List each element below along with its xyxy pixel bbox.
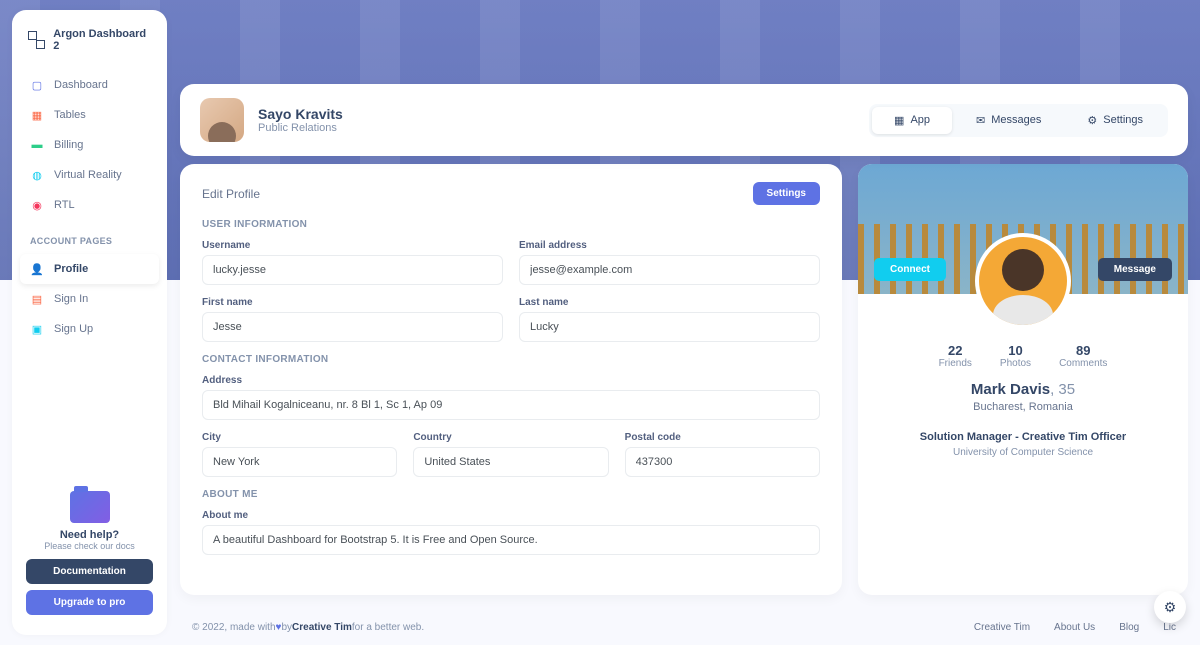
profile-education: University of Computer Science: [874, 447, 1172, 458]
profile-name: Mark Davis, 35: [874, 381, 1172, 398]
section-contact: CONTACT INFORMATION: [202, 354, 820, 365]
footer: © 2022, made with ♥ by Creative Tim for …: [192, 622, 1176, 633]
address-input[interactable]: [202, 390, 820, 420]
stat-friends: 22Friends: [939, 343, 972, 369]
section-user: USER INFORMATION: [202, 219, 820, 230]
globe-icon: ◉: [30, 198, 44, 212]
label-address: Address: [202, 375, 820, 386]
postal-input[interactable]: [625, 447, 820, 477]
brand-text: Argon Dashboard 2: [53, 28, 151, 52]
stat-photos: 10Photos: [1000, 343, 1031, 369]
profile-job: Solution Manager - Creative Tim Officer: [874, 431, 1172, 443]
section-label: ACCOUNT PAGES: [12, 224, 167, 250]
city-input[interactable]: [202, 447, 397, 477]
label-last: Last name: [519, 297, 820, 308]
footer-link-about[interactable]: About Us: [1054, 622, 1095, 633]
avatar: [200, 98, 244, 142]
doc-icon: ▤: [30, 292, 44, 306]
calendar-icon: ▦: [30, 108, 44, 122]
firstname-input[interactable]: [202, 312, 503, 342]
nav-signup[interactable]: ▣Sign Up: [20, 314, 159, 344]
edit-title: Edit Profile: [202, 187, 260, 201]
gear-icon: ⚙: [1087, 114, 1097, 127]
label-about: About me: [202, 510, 820, 521]
header-name: Sayo Kravits: [258, 106, 343, 122]
header-role: Public Relations: [258, 122, 343, 134]
section-about: ABOUT ME: [202, 489, 820, 500]
label-city: City: [202, 432, 397, 443]
nav-list: ▢Dashboard ▦Tables ▬Billing ◍Virtual Rea…: [12, 66, 167, 224]
brand-icon: [28, 31, 45, 49]
tab-settings[interactable]: ⚙Settings: [1065, 107, 1165, 134]
label-email: Email address: [519, 240, 820, 251]
header-tabs: ▦App ✉Messages ⚙Settings: [869, 104, 1168, 137]
help-title: Need help?: [26, 529, 153, 541]
user-icon: 👤: [30, 262, 44, 276]
profile-avatar: [975, 233, 1071, 329]
nav-rtl[interactable]: ◉RTL: [20, 190, 159, 220]
email-input[interactable]: [519, 255, 820, 285]
profile-location: Bucharest, Romania: [874, 401, 1172, 413]
sidebar-bottom: Need help? Please check our docs Documen…: [12, 483, 167, 623]
country-input[interactable]: [413, 447, 608, 477]
help-subtitle: Please check our docs: [26, 541, 153, 551]
message-button[interactable]: Message: [1098, 258, 1172, 281]
nav-vr[interactable]: ◍Virtual Reality: [20, 160, 159, 190]
tab-app[interactable]: ▦App: [872, 107, 952, 134]
account-list: 👤Profile ▤Sign In ▣Sign Up: [12, 250, 167, 348]
nav-dashboard[interactable]: ▢Dashboard: [20, 70, 159, 100]
vr-icon: ◍: [30, 168, 44, 182]
footer-link-blog[interactable]: Blog: [1119, 622, 1139, 633]
settings-button[interactable]: Settings: [753, 182, 820, 205]
rocket-icon: ▣: [30, 322, 44, 336]
nav-billing[interactable]: ▬Billing: [20, 130, 159, 160]
nav-tables[interactable]: ▦Tables: [20, 100, 159, 130]
label-postal: Postal code: [625, 432, 820, 443]
about-input[interactable]: [202, 525, 820, 555]
nav-signin[interactable]: ▤Sign In: [20, 284, 159, 314]
credit-card-icon: ▬: [30, 138, 44, 152]
tv-icon: ▢: [30, 78, 44, 92]
nav-profile[interactable]: 👤Profile: [20, 254, 159, 284]
brand[interactable]: Argon Dashboard 2: [12, 22, 167, 66]
gear-icon: ⚙: [1164, 599, 1177, 616]
folder-icon: [70, 491, 110, 523]
username-input[interactable]: [202, 255, 503, 285]
envelope-icon: ✉: [976, 114, 985, 127]
footer-link-license[interactable]: Lic: [1163, 622, 1176, 633]
lastname-input[interactable]: [519, 312, 820, 342]
stats: 22Friends 10Photos 89Comments: [858, 343, 1188, 369]
label-username: Username: [202, 240, 503, 251]
documentation-button[interactable]: Documentation: [26, 559, 153, 584]
sidebar: Argon Dashboard 2 ▢Dashboard ▦Tables ▬Bi…: [12, 10, 167, 635]
label-first: First name: [202, 297, 503, 308]
footer-brand-link[interactable]: Creative Tim: [292, 622, 352, 633]
label-country: Country: [413, 432, 608, 443]
settings-fab[interactable]: ⚙: [1154, 591, 1186, 623]
upgrade-button[interactable]: Upgrade to pro: [26, 590, 153, 615]
profile-header: Sayo Kravits Public Relations ▦App ✉Mess…: [180, 84, 1188, 156]
tab-messages[interactable]: ✉Messages: [954, 107, 1063, 134]
connect-button[interactable]: Connect: [874, 258, 946, 281]
profile-card: Connect Message 22Friends 10Photos 89Com…: [858, 164, 1188, 595]
footer-link-ct[interactable]: Creative Tim: [974, 622, 1030, 633]
edit-profile-card: Edit Profile Settings USER INFORMATION U…: [180, 164, 842, 595]
app-icon: ▦: [894, 114, 904, 127]
stat-comments: 89Comments: [1059, 343, 1107, 369]
